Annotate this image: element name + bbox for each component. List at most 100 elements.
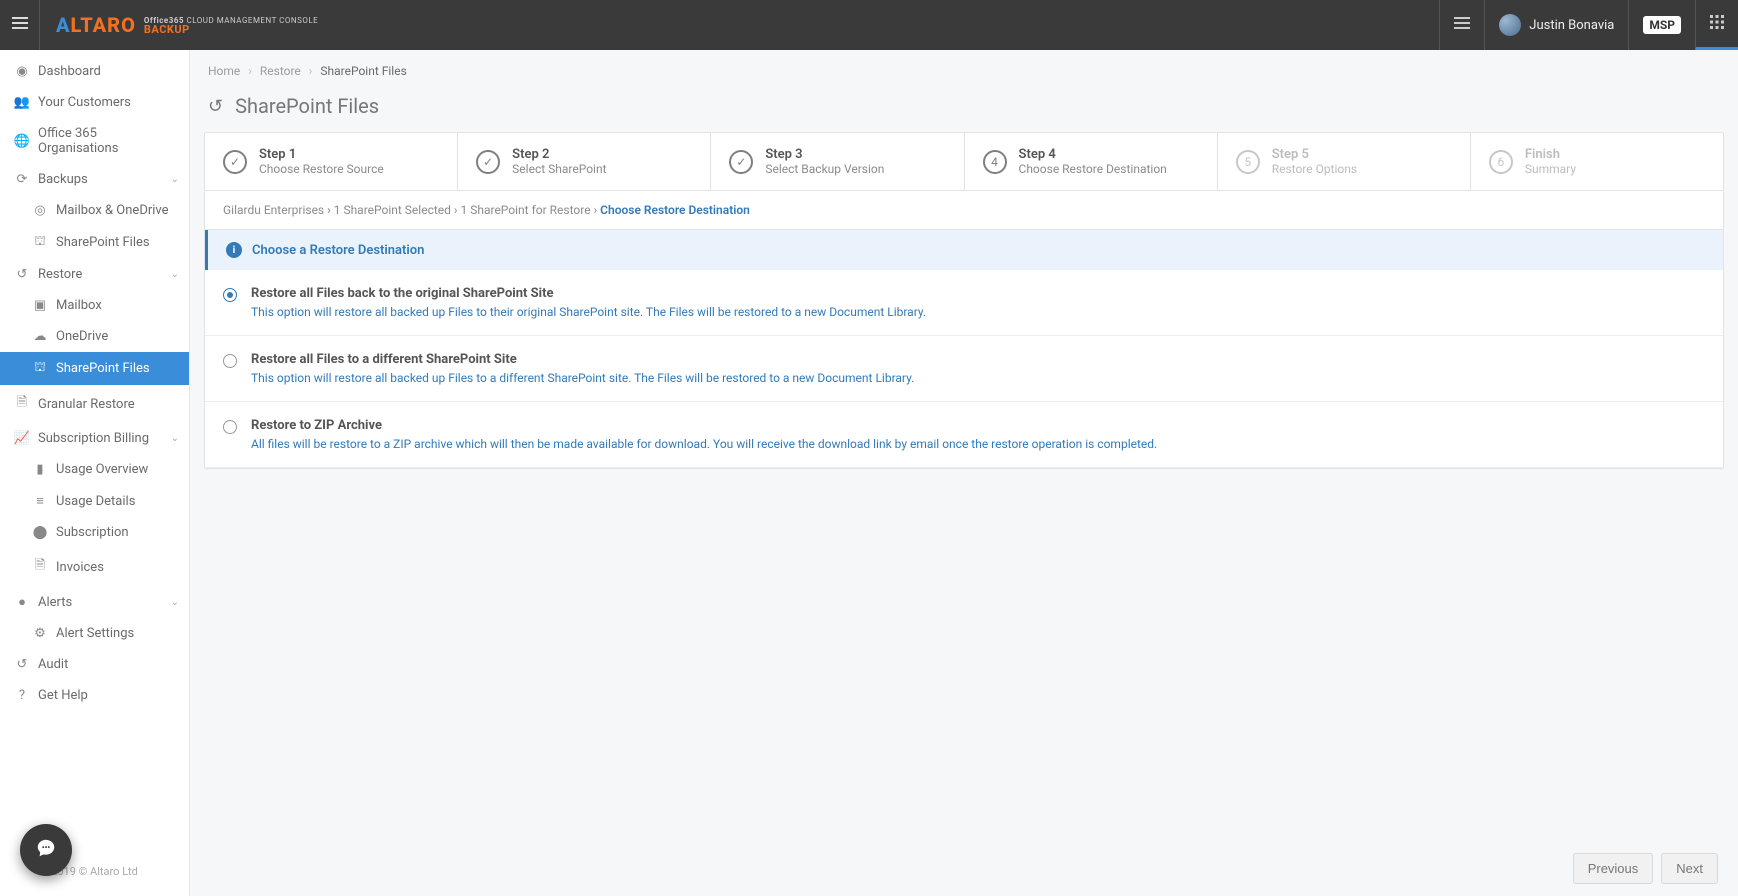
file-icon: 🗎 [14,393,30,415]
step-number: 6 [1489,150,1513,174]
nav-label: OneDrive [56,329,108,344]
topbar-list-button[interactable] [1439,0,1484,50]
nav-restore-sharepoint[interactable]: ⛫SharePoint Files [0,352,189,385]
next-button[interactable]: Next [1661,853,1718,884]
nav-usage-overview[interactable]: ▮Usage Overview [0,454,189,485]
nav-label: Granular Restore [38,397,135,412]
brand-logo: ALTARO [56,13,136,37]
gear-icon: ⚙ [32,626,48,641]
topbar-user[interactable]: Justin Bonavia [1484,0,1628,50]
nav-backups[interactable]: ⟳Backups⌄ [0,164,189,195]
brand[interactable]: ALTARO Office365 CLOUD MANAGEMENT CONSOL… [56,13,318,37]
sliders-icon: ≡ [32,493,48,509]
chevron-right-icon: › [248,64,252,78]
topbar: ALTARO Office365 CLOUD MANAGEMENT CONSOL… [0,0,1738,50]
msp-badge: MSP [1643,16,1681,34]
nav-label: Dashboard [38,64,101,79]
nav-label: Audit [38,657,68,672]
nav-get-help[interactable]: ?Get Help [0,680,189,711]
topbar-msp-badge[interactable]: MSP [1628,0,1695,50]
step-6[interactable]: 6 FinishSummary [1471,133,1723,190]
nav-label: Mailbox & OneDrive [56,203,169,218]
crumb-home[interactable]: Home [208,64,240,78]
nav-your-customers[interactable]: 👥 Your Customers [0,87,189,118]
nav-backups-sharepoint[interactable]: ⛫SharePoint Files [0,226,189,259]
info-bar: i Choose a Restore Destination [205,230,1723,270]
crumb-restore[interactable]: Restore [260,64,301,78]
option-restore-original[interactable]: Restore all Files back to the original S… [205,270,1723,336]
step-sub: Select Backup Version [765,162,884,176]
step-4[interactable]: 4 Step 4Choose Restore Destination [965,133,1218,190]
nav-label: Subscription Billing [38,431,149,446]
nav-subscription-billing[interactable]: 📈 Subscription Billing ⌄ [0,423,189,454]
step-1[interactable]: ✓ Step 1Choose Restore Source [205,133,458,190]
option-title: Restore all Files back to the original S… [251,286,926,301]
nav: ◉Dashboard 👥 Your Customers 🌐Office 365 O… [0,50,189,711]
wizard-crumbs: Gilardu Enterprises › 1 SharePoint Selec… [205,191,1723,230]
undo-icon: ↺ [14,267,30,282]
nav-audit[interactable]: ↺Audit [0,649,189,680]
avatar [1499,14,1521,36]
globe-icon: 🌐 [14,134,30,149]
option-desc: This option will restore all backed up F… [251,305,926,319]
dot-icon: ⬤ [32,525,48,540]
nav-label: Subscription [56,525,129,540]
nav-label: Invoices [56,560,104,575]
step-sub: Select SharePoint [512,162,606,176]
nav-alerts[interactable]: ●Alerts⌄ [0,586,189,618]
chevron-down-icon: ⌄ [171,433,179,444]
user-icon: ◎ [32,203,48,218]
chart-icon: 📈 [14,431,30,446]
list-icon [1454,17,1470,33]
wizcrumb-for-restore[interactable]: 1 SharePoint for Restore [461,203,591,217]
breadcrumb: Home › Restore › SharePoint Files [204,50,1724,88]
option-title: Restore to ZIP Archive [251,418,1157,433]
option-restore-zip[interactable]: Restore to ZIP Archive All files will be… [205,402,1723,468]
previous-button[interactable]: Previous [1573,853,1654,884]
nav-restore-onedrive[interactable]: ☁OneDrive [0,321,189,352]
nav-label: Get Help [38,688,88,703]
nav-alert-settings[interactable]: ⚙ Alert Settings [0,618,189,649]
radio-unselected-icon[interactable] [223,354,237,368]
nav-label: Your Customers [38,95,131,110]
page-title-bar: ↺ SharePoint Files [204,88,1724,132]
wizcrumb-selected[interactable]: 1 SharePoint Selected [334,203,451,217]
nav-label: Mailbox [56,298,102,313]
bar-chart-icon: ▮ [32,462,48,477]
nav-label: SharePoint Files [56,235,150,250]
step-title: Step 5 [1272,147,1357,162]
undo-icon: ↺ [208,96,223,117]
user-name: Justin Bonavia [1529,18,1614,33]
nav-granular-restore[interactable]: 🗎 Granular Restore [0,385,189,423]
nav-office-365[interactable]: 🌐Office 365 Organisations [0,118,189,164]
nav-restore-mailbox[interactable]: ▣Mailbox [0,290,189,321]
wizcrumb-current: Choose Restore Destination [600,203,750,217]
nav-invoices[interactable]: 🗎Invoices [0,548,189,586]
sharepoint-icon: ⛫ [32,360,48,377]
hamburger-icon [12,17,28,33]
option-restore-different[interactable]: Restore all Files to a different SharePo… [205,336,1723,402]
sidebar-toggle[interactable] [0,0,40,50]
chevron-right-icon: › [327,203,334,217]
nav-label: Alert Settings [56,626,134,641]
check-icon: ✓ [476,150,500,174]
nav-subscription[interactable]: ⬤ Subscription [0,517,189,548]
crumb-current: SharePoint Files [320,64,406,78]
step-2[interactable]: ✓ Step 2Select SharePoint [458,133,711,190]
nav-dashboard[interactable]: ◉Dashboard [0,56,189,87]
users-icon: 👥 [14,95,30,110]
page-title: SharePoint Files [235,94,379,118]
step-5[interactable]: 5 Step 5Restore Options [1218,133,1471,190]
radio-unselected-icon[interactable] [223,420,237,434]
nav-backups-mailbox-onedrive[interactable]: ◎ Mailbox & OneDrive [0,195,189,226]
topbar-apps-button[interactable] [1695,0,1738,50]
nav-label: Backups [38,172,88,187]
topbar-left: ALTARO Office365 CLOUD MANAGEMENT CONSOL… [0,0,318,50]
step-3[interactable]: ✓ Step 3Select Backup Version [711,133,964,190]
nav-usage-details[interactable]: ≡Usage Details [0,485,189,517]
radio-selected-icon[interactable] [223,288,237,302]
nav-restore[interactable]: ↺Restore⌄ [0,259,189,290]
chat-bubble[interactable] [20,824,72,876]
wizcrumb-org[interactable]: Gilardu Enterprises [223,203,324,217]
sidebar: ◉Dashboard 👥 Your Customers 🌐Office 365 O… [0,50,190,896]
